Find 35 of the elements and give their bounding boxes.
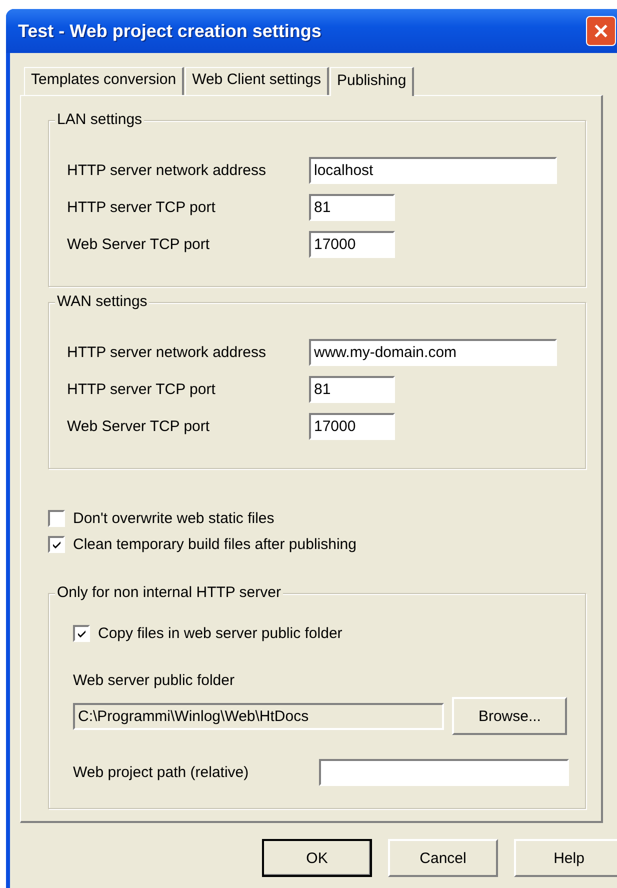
checkbox[interactable] [48,510,65,527]
field-label: Web Server TCP port [67,236,211,253]
checkbox-label: Don't overwrite web static files [73,510,274,527]
input-field[interactable]: 17000 [309,413,395,440]
tab[interactable]: Templates conversion [24,67,184,95]
field-label: HTTP server network address [67,162,267,179]
input-field[interactable]: www.my-domain.com [309,339,557,366]
close-button[interactable] [586,16,616,46]
input-field[interactable]: 81 [309,376,395,403]
browse-button[interactable]: Browse... [452,697,567,735]
field-label: HTTP server network address [67,344,267,361]
field-label: Web server public folder [73,672,236,689]
input-field[interactable]: localhost [309,157,557,184]
close-icon [592,22,610,40]
input-field[interactable]: C:\Programmi\Winlog\Web\HtDocs [73,702,444,730]
group-title: Only for non internal HTTP server [55,584,283,601]
window-title: Test - Web project creation settings [18,20,322,42]
field-label: HTTP server TCP port [67,199,216,216]
checkbox[interactable] [48,536,65,553]
field-label: Web Server TCP port [67,418,211,435]
group-title: LAN settings [55,111,144,128]
checkbox-label: Copy files in web server public folder [98,625,342,642]
dialog-button[interactable]: Cancel [388,839,498,877]
tab[interactable]: Publishing [330,67,414,96]
input-field[interactable]: 17000 [309,231,395,258]
field-label: HTTP server TCP port [67,381,216,398]
field-label: Web project path (relative) [73,764,249,781]
checkbox-label: Clean temporary build files after publishing [73,536,356,553]
tab[interactable]: Web Client settings [185,67,330,95]
input-field[interactable] [319,759,569,786]
dialog-button[interactable]: Help [514,839,617,877]
dialog-button[interactable]: OK [262,839,372,877]
input-field[interactable]: 81 [309,194,395,221]
checkbox[interactable] [73,625,90,642]
group-title: WAN settings [55,293,150,310]
